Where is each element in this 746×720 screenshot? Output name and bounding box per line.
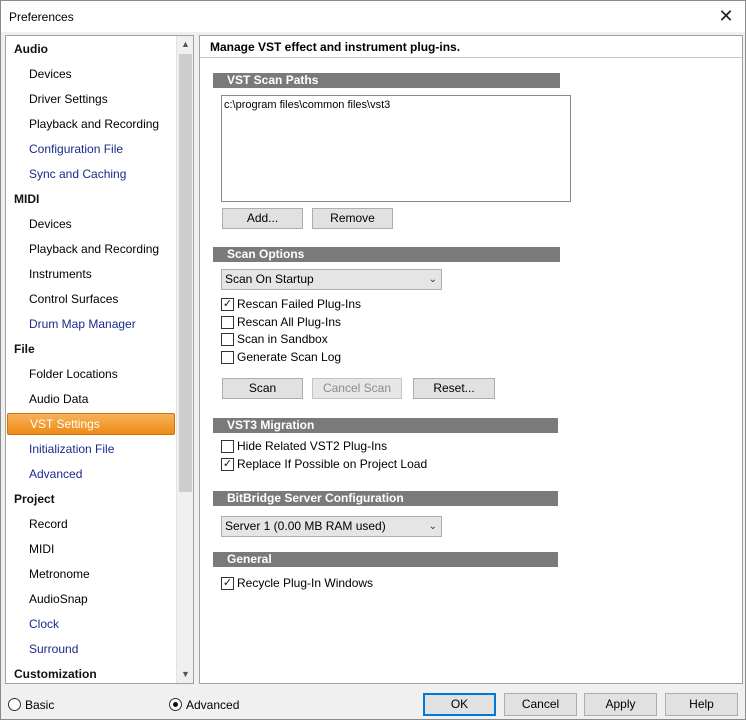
- check-icon: ✓: [222, 458, 233, 470]
- panel-heading: Manage VST effect and instrument plug-in…: [210, 40, 461, 54]
- scroll-up-icon[interactable]: ▲: [177, 36, 193, 53]
- radio-label: Advanced: [186, 698, 240, 712]
- server-value: Server 1 (0.00 MB RAM used): [225, 519, 386, 533]
- section-vst3-migration: VST3 Migration: [213, 418, 558, 433]
- window-title: Preferences: [9, 10, 74, 24]
- checkbox-label: Generate Scan Log: [237, 350, 342, 364]
- checkbox-box[interactable]: ✓: [221, 458, 234, 471]
- nav-item[interactable]: Instruments: [29, 267, 92, 281]
- checkbox-label: Replace If Possible on Project Load: [237, 457, 428, 471]
- radio-label: Basic: [25, 698, 55, 712]
- nav-item[interactable]: Drum Map Manager: [29, 317, 136, 331]
- checkbox-label: Recycle Plug-In Windows: [237, 576, 374, 590]
- add-path-button[interactable]: Add...: [222, 208, 303, 229]
- nav-item[interactable]: Devices: [29, 67, 72, 81]
- nav-item[interactable]: Clock: [29, 617, 59, 631]
- checkbox-box[interactable]: ✓: [221, 577, 234, 590]
- nav-item[interactable]: VST Settings: [7, 413, 175, 435]
- checkbox-label: Rescan All Plug-Ins: [237, 315, 342, 329]
- section-general: General: [213, 552, 558, 567]
- cancel-button[interactable]: Cancel: [504, 693, 577, 716]
- scan-mode-dropdown[interactable]: Scan On Startup ⌄: [221, 269, 442, 290]
- bitbridge-server-dropdown[interactable]: Server 1 (0.00 MB RAM used) ⌄: [221, 516, 442, 537]
- remove-path-button[interactable]: Remove: [312, 208, 393, 229]
- scan-path-item[interactable]: c:\program files\common files\vst3: [224, 99, 568, 111]
- nav-item[interactable]: Configuration File: [29, 142, 123, 156]
- ok-button[interactable]: OK: [423, 693, 496, 716]
- checkbox-box[interactable]: [221, 440, 234, 453]
- nav-category[interactable]: Project: [14, 492, 55, 506]
- nav-item[interactable]: Playback and Recording: [29, 117, 159, 131]
- nav-item[interactable]: Control Surfaces: [29, 292, 118, 306]
- nav-category[interactable]: File: [14, 342, 35, 356]
- nav-item[interactable]: Advanced: [29, 467, 82, 481]
- apply-button[interactable]: Apply: [584, 693, 657, 716]
- nav-category[interactable]: Audio: [14, 42, 48, 56]
- section-vst-scan-paths: VST Scan Paths: [213, 73, 560, 88]
- checkbox-label: Scan in Sandbox: [237, 332, 328, 346]
- nav-item[interactable]: Devices: [29, 217, 72, 231]
- scan-paths-list[interactable]: c:\program files\common files\vst3: [221, 95, 571, 202]
- nav-category[interactable]: Customization: [14, 667, 97, 681]
- scan-mode-value: Scan On Startup: [225, 272, 314, 286]
- help-button[interactable]: Help: [665, 693, 738, 716]
- scroll-thumb[interactable]: [179, 54, 192, 492]
- nav-item[interactable]: Metronome: [29, 567, 90, 581]
- cancel-scan-button[interactable]: Cancel Scan: [312, 378, 402, 399]
- radio-button[interactable]: [169, 698, 182, 711]
- radio-button[interactable]: [8, 698, 21, 711]
- nav-item[interactable]: Playback and Recording: [29, 242, 159, 256]
- nav-item[interactable]: Audio Data: [29, 392, 88, 406]
- check-icon: ✓: [222, 298, 233, 310]
- sidebar-scrollbar[interactable]: ▲ ▼: [176, 36, 193, 683]
- scan-button[interactable]: Scan: [222, 378, 303, 399]
- nav-item[interactable]: MIDI: [29, 542, 54, 556]
- section-bitbridge: BitBridge Server Configuration: [213, 491, 558, 506]
- nav-item[interactable]: Driver Settings: [29, 92, 108, 106]
- reset-button[interactable]: Reset...: [413, 378, 495, 399]
- vst-settings-panel: Manage VST effect and instrument plug-in…: [199, 35, 743, 684]
- preferences-window: Preferences ✕ Audio Devices Driver Setting…: [0, 0, 746, 720]
- checkbox-box[interactable]: ✓: [221, 298, 234, 311]
- chevron-down-icon: ⌄: [428, 521, 437, 532]
- nav-category[interactable]: MIDI: [14, 192, 39, 206]
- checkbox-label: Hide Related VST2 Plug-Ins: [237, 439, 388, 453]
- nav-item[interactable]: Initialization File: [29, 442, 114, 456]
- panel-header: Manage VST effect and instrument plug-in…: [200, 36, 742, 58]
- preferences-nav: Audio Devices Driver Settings Playback and …: [5, 35, 194, 684]
- close-icon[interactable]: ✕: [715, 5, 737, 27]
- check-icon: ✓: [222, 577, 233, 589]
- title-bar: Preferences ✕: [1, 1, 745, 32]
- nav-item[interactable]: Surround: [29, 642, 78, 656]
- nav-item[interactable]: Sync and Caching: [29, 167, 126, 181]
- nav-item[interactable]: AudioSnap: [29, 592, 88, 606]
- checkbox-box[interactable]: [221, 351, 234, 364]
- nav-item[interactable]: Folder Locations: [29, 367, 118, 381]
- scroll-down-icon[interactable]: ▼: [177, 666, 193, 683]
- nav-item[interactable]: Record: [29, 517, 68, 531]
- section-scan-options: Scan Options: [213, 247, 560, 262]
- chevron-down-icon: ⌄: [428, 274, 437, 285]
- checkbox-box[interactable]: [221, 316, 234, 329]
- checkbox-label: Rescan Failed Plug-Ins: [237, 297, 362, 311]
- checkbox-box[interactable]: [221, 333, 234, 346]
